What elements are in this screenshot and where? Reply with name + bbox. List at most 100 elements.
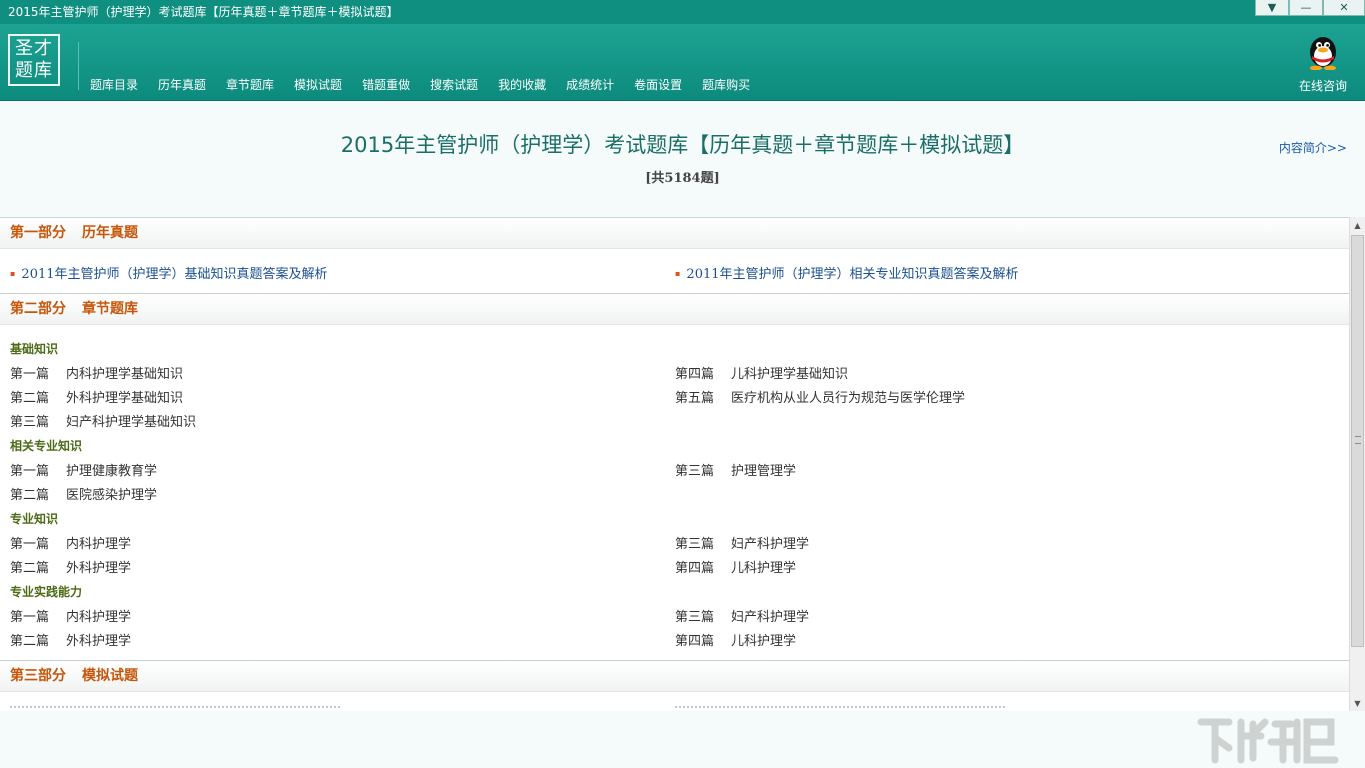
header-divider — [78, 42, 79, 90]
chapter-name: 医疗机构从业人员行为规范与医学伦理学 — [731, 391, 966, 406]
section-2-number: 第二部分 — [10, 301, 66, 317]
main-nav: 题库目录 历年真题 章节题库 模拟试题 错题重做 搜索试题 我的收藏 成绩统计 … — [80, 76, 760, 94]
content-intro-link[interactable]: 内容简介>> — [1279, 139, 1347, 156]
chapter-number: 第四篇 — [675, 367, 715, 382]
section-3-body — [0, 692, 1349, 711]
chapter-number: 第三篇 — [675, 464, 715, 479]
chapter-name: 内科护理学 — [66, 537, 132, 552]
chapter-name: 护理管理学 — [731, 464, 797, 479]
exam-link-related-knowledge[interactable]: 2011年主管护师（护理学）相关专业知识真题答案及解析 — [675, 263, 1018, 282]
nav-purchase[interactable]: 题库购买 — [692, 76, 760, 94]
exam-link-basic-knowledge[interactable]: 2011年主管护师（护理学）基础知识真题答案及解析 — [10, 263, 327, 282]
logo-line-2: 题库 — [15, 60, 53, 81]
group-professional-knowledge: 专业知识 — [10, 512, 59, 526]
chapter-link[interactable]: 第五篇 医疗机构从业人员行为规范与医学伦理学 — [675, 387, 965, 406]
online-consult-label: 在线咨询 — [1298, 79, 1347, 93]
nav-score-stats[interactable]: 成绩统计 — [556, 76, 624, 94]
chapter-name: 儿科护理学 — [731, 561, 797, 576]
vertical-scrollbar[interactable]: ▲ ▼ — [1349, 217, 1365, 711]
qq-penguin-icon — [1310, 37, 1336, 71]
chapter-link[interactable]: 第二篇 医院感染护理学 — [10, 484, 157, 503]
scroll-down-arrow-icon[interactable]: ▼ — [1350, 695, 1365, 711]
minimize-button[interactable]: — — [1289, 0, 1323, 16]
chapter-number: 第三篇 — [675, 610, 715, 625]
chapter-link[interactable]: 第一篇 内科护理学 — [10, 606, 131, 625]
group-related-knowledge: 相关专业知识 — [10, 439, 83, 453]
nav-question-catalog[interactable]: 题库目录 — [80, 76, 148, 94]
clipped-mock-test-link[interactable] — [10, 706, 340, 710]
chapter-name: 外科护理学 — [66, 561, 132, 576]
window-controls: ▼ — ✕ — [1255, 0, 1365, 16]
catalog-panel: 第一部分历年真题 2011年主管护师（护理学）基础知识真题答案及解析 2011年… — [0, 217, 1349, 711]
chapter-number: 第一篇 — [10, 610, 50, 625]
chapter-name: 医院感染护理学 — [66, 488, 158, 503]
section-3-header: 第三部分 模拟试题 — [0, 661, 1349, 692]
chapter-number: 第四篇 — [675, 634, 715, 649]
nav-search[interactable]: 搜索试题 — [420, 76, 488, 94]
chapter-name: 儿科护理学 — [731, 634, 797, 649]
chapter-number: 第一篇 — [10, 537, 50, 552]
nav-mock-tests[interactable]: 模拟试题 — [284, 76, 352, 94]
chapter-name: 妇产科护理学 — [731, 610, 810, 625]
chapter-number: 第四篇 — [675, 561, 715, 576]
nav-favorites[interactable]: 我的收藏 — [488, 76, 556, 94]
section-3-number: 第三部分 — [10, 668, 66, 684]
chapter-link[interactable]: 第二篇 外科护理学 — [10, 630, 131, 649]
section-2-body: 基础知识 第一篇 内科护理学基础知识 第二篇 外科护理学基础知识 第三篇 妇产科护理学… — [0, 325, 1349, 661]
section-1-name: 历年真题 — [82, 225, 138, 241]
menu-dropdown-button[interactable]: ▼ — [1255, 0, 1289, 16]
chapter-name: 护理健康教育学 — [66, 464, 158, 479]
chapter-name: 外科护理学基础知识 — [66, 391, 184, 406]
chapter-number: 第二篇 — [10, 561, 50, 576]
chapter-link[interactable]: 第四篇 儿科护理学 — [675, 630, 796, 649]
section-2-header: 第二部分 章节题库 — [0, 294, 1349, 325]
chapter-name: 儿科护理学基础知识 — [731, 367, 849, 382]
nav-chapter-bank[interactable]: 章节题库 — [216, 76, 284, 94]
logo-line-1: 圣才 — [15, 38, 53, 59]
chapter-number: 第二篇 — [10, 488, 50, 503]
chapter-number: 第二篇 — [10, 391, 50, 406]
window-titlebar: 2015年主管护师（护理学）考试题库【历年真题＋章节题库＋模拟试题】 ▼ — ✕ — [0, 0, 1365, 24]
chapter-link[interactable]: 第三篇 护理管理学 — [675, 460, 796, 479]
clipped-mock-test-link[interactable] — [675, 706, 1005, 710]
chapter-link[interactable]: 第一篇 内科护理学 — [10, 533, 131, 552]
chapter-number: 第五篇 — [675, 391, 715, 406]
chapter-link[interactable]: 第二篇 外科护理学基础知识 — [10, 387, 183, 406]
section-1-body: 2011年主管护师（护理学）基础知识真题答案及解析 2011年主管护师（护理学）… — [0, 249, 1349, 294]
chapter-name: 妇产科护理学 — [731, 537, 810, 552]
nav-redo-wrong[interactable]: 错题重做 — [352, 76, 420, 94]
chapter-link[interactable]: 第三篇 妇产科护理学基础知识 — [10, 411, 196, 430]
app-header: 圣才 题库 题库目录 历年真题 章节题库 模拟试题 错题重做 搜索试题 我的收藏… — [0, 24, 1365, 101]
scrollbar-thumb[interactable] — [1351, 235, 1364, 647]
chapter-name: 外科护理学 — [66, 634, 132, 649]
grip-icon — [1355, 436, 1361, 444]
app-logo: 圣才 题库 — [8, 34, 60, 86]
nav-paper-settings[interactable]: 卷面设置 — [624, 76, 692, 94]
chapter-link[interactable]: 第二篇 外科护理学 — [10, 557, 131, 576]
chapter-link[interactable]: 第四篇 儿科护理学 — [675, 557, 796, 576]
chapter-link[interactable]: 第四篇 儿科护理学基础知识 — [675, 363, 848, 382]
page-title: 2015年主管护师（护理学）考试题库【历年真题＋章节题库＋模拟试题】 — [340, 133, 1025, 157]
section-2-name: 章节题库 — [82, 301, 138, 317]
chapter-name: 内科护理学基础知识 — [66, 367, 184, 382]
section-1-number: 第一部分 — [10, 225, 66, 241]
chapter-name: 内科护理学 — [66, 610, 132, 625]
close-button[interactable]: ✕ — [1323, 0, 1365, 16]
chapter-number: 第三篇 — [675, 537, 715, 552]
chapter-link[interactable]: 第三篇 妇产科护理学 — [675, 533, 809, 552]
chapter-number: 第二篇 — [10, 634, 50, 649]
chapter-link[interactable]: 第三篇 妇产科护理学 — [675, 606, 809, 625]
chapter-number: 第一篇 — [10, 464, 50, 479]
chapter-link[interactable]: 第一篇 内科护理学基础知识 — [10, 363, 183, 382]
group-practice-ability: 专业实践能力 — [10, 585, 83, 599]
online-consult-button[interactable]: 在线咨询 — [1297, 32, 1349, 94]
question-count: [共5184题] — [645, 171, 720, 186]
page-heading: 2015年主管护师（护理学）考试题库【历年真题＋章节题库＋模拟试题】 [共518… — [0, 101, 1365, 217]
chapter-link[interactable]: 第一篇 护理健康教育学 — [10, 460, 157, 479]
watermark-logo — [1197, 718, 1339, 764]
group-basic-knowledge: 基础知识 — [10, 342, 59, 356]
nav-past-exams[interactable]: 历年真题 — [148, 76, 216, 94]
scroll-up-arrow-icon[interactable]: ▲ — [1350, 217, 1365, 233]
chapter-number: 第三篇 — [10, 415, 50, 430]
section-3-name: 模拟试题 — [82, 668, 138, 684]
